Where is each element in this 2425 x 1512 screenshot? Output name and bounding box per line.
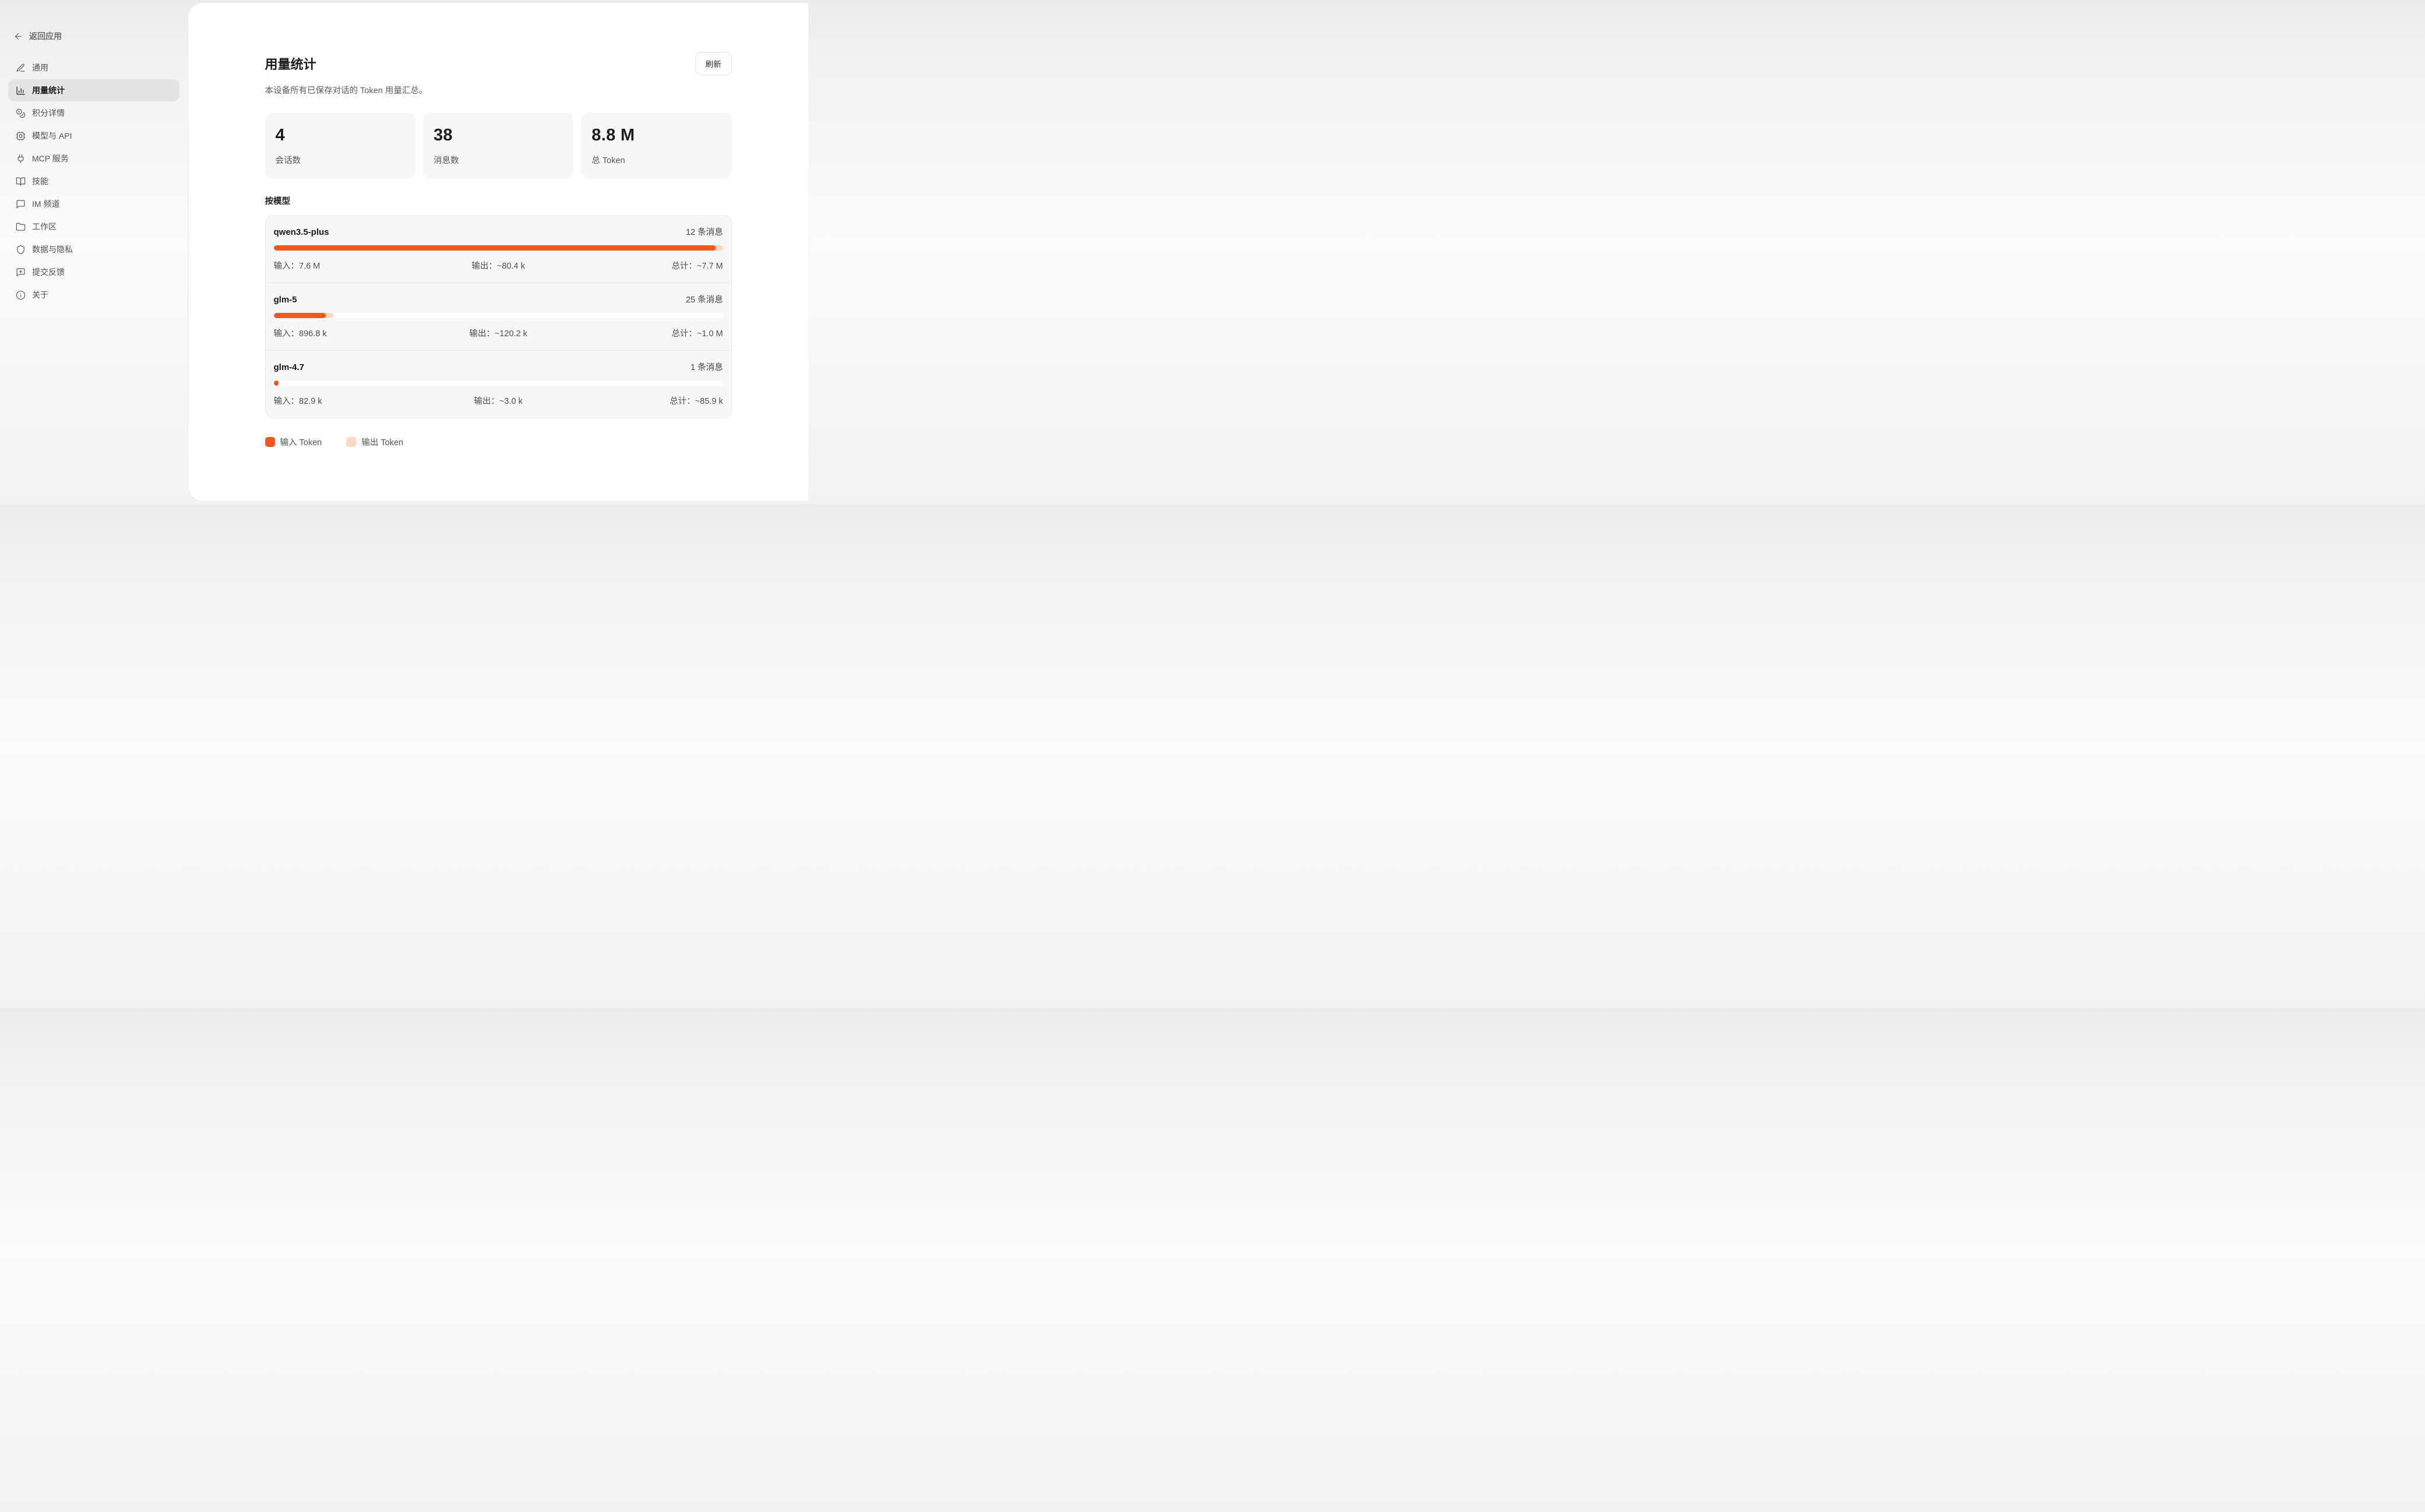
- sidebar-item[interactable]: 积分详情: [8, 102, 180, 124]
- sidebar-item[interactable]: 关于: [8, 284, 180, 306]
- pen-icon: [16, 63, 26, 73]
- summary-card: 8.8 M 总 Token: [581, 112, 731, 179]
- info-icon: [16, 290, 26, 300]
- legend-label: 输出 Token: [361, 436, 403, 448]
- summary-card-label: 消息数: [434, 154, 563, 166]
- legend-item: 输入 Token: [265, 436, 322, 448]
- total-tokens-stat: 总计：~7.7 M: [573, 259, 723, 272]
- summary-card-label: 会话数: [276, 154, 405, 166]
- usage-content: 用量统计 刷新 本设备所有已保存对话的 Token 用量汇总。 4 会话数 38…: [265, 3, 732, 448]
- sidebar-item[interactable]: 技能: [8, 170, 180, 192]
- message-square-icon: [16, 199, 26, 209]
- sidebar-item[interactable]: MCP 服务: [8, 147, 180, 170]
- refresh-button[interactable]: 刷新: [695, 52, 732, 75]
- model-name: glm-4.7: [274, 362, 305, 372]
- sidebar-item[interactable]: 用量统计: [8, 79, 180, 101]
- summary-cards: 4 会话数 38 消息数 8.8 M 总 Token: [265, 112, 732, 179]
- sidebar-item-label: MCP 服务: [32, 153, 69, 164]
- sidebar-item-label: 技能: [32, 175, 48, 187]
- coins-icon: [16, 108, 26, 118]
- shield-icon: [16, 245, 26, 255]
- summary-card: 38 消息数: [423, 112, 573, 179]
- folder-icon: [16, 222, 26, 232]
- main-panel: 用量统计 刷新 本设备所有已保存对话的 Token 用量汇总。 4 会话数 38…: [188, 2, 808, 502]
- summary-card-value: 8.8 M: [592, 126, 721, 145]
- sidebar-item[interactable]: 模型与 API: [8, 125, 180, 147]
- sidebar-item-label: 通用: [32, 62, 48, 73]
- page-subtitle: 本设备所有已保存对话的 Token 用量汇总。: [265, 84, 732, 96]
- legend-swatch: [265, 437, 275, 447]
- model-usage-row: glm-4.7 1 条消息 输入：82.9 k 输出：~3.0 k 总计：~85…: [266, 350, 731, 418]
- model-name: glm-5: [274, 295, 297, 305]
- summary-card-value: 4: [276, 126, 405, 145]
- sidebar-item[interactable]: 工作区: [8, 216, 180, 238]
- output-tokens-stat: 输出：~120.2 k: [424, 327, 573, 339]
- token-usage-bar: [274, 245, 723, 251]
- input-token-bar-segment: [274, 245, 716, 251]
- chart-column-icon: [16, 86, 26, 96]
- output-tokens-stat: 输出：~80.4 k: [424, 259, 573, 272]
- by-model-section-title: 按模型: [265, 195, 732, 207]
- input-token-bar-segment: [274, 313, 326, 318]
- sidebar-item-label: 提交反馈: [32, 266, 65, 278]
- sidebar-item[interactable]: 数据与隐私: [8, 238, 180, 260]
- summary-card-label: 总 Token: [592, 154, 721, 166]
- token-usage-bar: [274, 313, 723, 318]
- page-header: 用量统计 刷新: [265, 52, 732, 75]
- settings-sidebar: 返回应用 通用 用量统计 积分详情 模型与 API: [0, 0, 188, 504]
- legend-item: 输出 Token: [346, 436, 403, 448]
- sidebar-item-label: 模型与 API: [32, 130, 72, 142]
- input-tokens-stat: 输入：7.6 M: [274, 259, 424, 272]
- model-usage-row: qwen3.5-plus 12 条消息 输入：7.6 M 输出：~80.4 k …: [266, 216, 731, 283]
- token-legend: 输入 Token 输出 Token: [265, 436, 732, 448]
- plug-icon: [16, 154, 26, 164]
- model-message-count: 25 条消息: [686, 293, 723, 305]
- usage-settings-window: { "sidebar": { "back_label": "返回应用", "it…: [0, 0, 808, 504]
- sidebar-item-label: 积分详情: [32, 107, 65, 119]
- model-message-count: 12 条消息: [686, 225, 723, 238]
- sidebar-item-label: 关于: [32, 289, 48, 301]
- sidebar-item-label: 用量统计: [32, 84, 65, 96]
- summary-card-value: 38: [434, 126, 563, 145]
- summary-card: 4 会话数: [265, 112, 416, 179]
- page-title: 用量统计: [265, 54, 316, 73]
- sidebar-item[interactable]: 提交反馈: [8, 261, 180, 283]
- sidebar-item-label: IM 频道: [32, 198, 59, 210]
- model-name: qwen3.5-plus: [274, 227, 329, 237]
- input-tokens-stat: 输入：82.9 k: [274, 394, 424, 407]
- input-tokens-stat: 输入：896.8 k: [274, 327, 424, 339]
- model-message-count: 1 条消息: [691, 361, 723, 373]
- model-usage-row: glm-5 25 条消息 输入：896.8 k 输出：~120.2 k 总计：~…: [266, 283, 731, 350]
- legend-label: 输入 Token: [280, 436, 322, 448]
- sidebar-item[interactable]: 通用: [8, 57, 180, 79]
- sidebar-nav: 通用 用量统计 积分详情 模型与 API MCP 服务: [8, 57, 180, 306]
- sidebar-item-label: 工作区: [32, 221, 57, 232]
- input-token-bar-segment: [274, 380, 279, 386]
- model-usage-list: qwen3.5-plus 12 条消息 输入：7.6 M 输出：~80.4 k …: [265, 215, 732, 418]
- legend-swatch: [346, 437, 356, 447]
- arrow-left-icon: [13, 31, 23, 41]
- token-usage-bar: [274, 380, 723, 386]
- back-to-app-button[interactable]: 返回应用: [8, 30, 180, 42]
- sidebar-item[interactable]: IM 频道: [8, 193, 180, 215]
- output-tokens-stat: 输出：~3.0 k: [424, 394, 573, 407]
- cpu-icon: [16, 131, 26, 141]
- total-tokens-stat: 总计：~1.0 M: [573, 327, 723, 339]
- back-to-app-label: 返回应用: [29, 30, 62, 42]
- total-tokens-stat: 总计：~85.9 k: [573, 394, 723, 407]
- feedback-icon: [16, 267, 26, 277]
- sidebar-item-label: 数据与隐私: [32, 244, 73, 255]
- book-open-icon: [16, 177, 26, 186]
